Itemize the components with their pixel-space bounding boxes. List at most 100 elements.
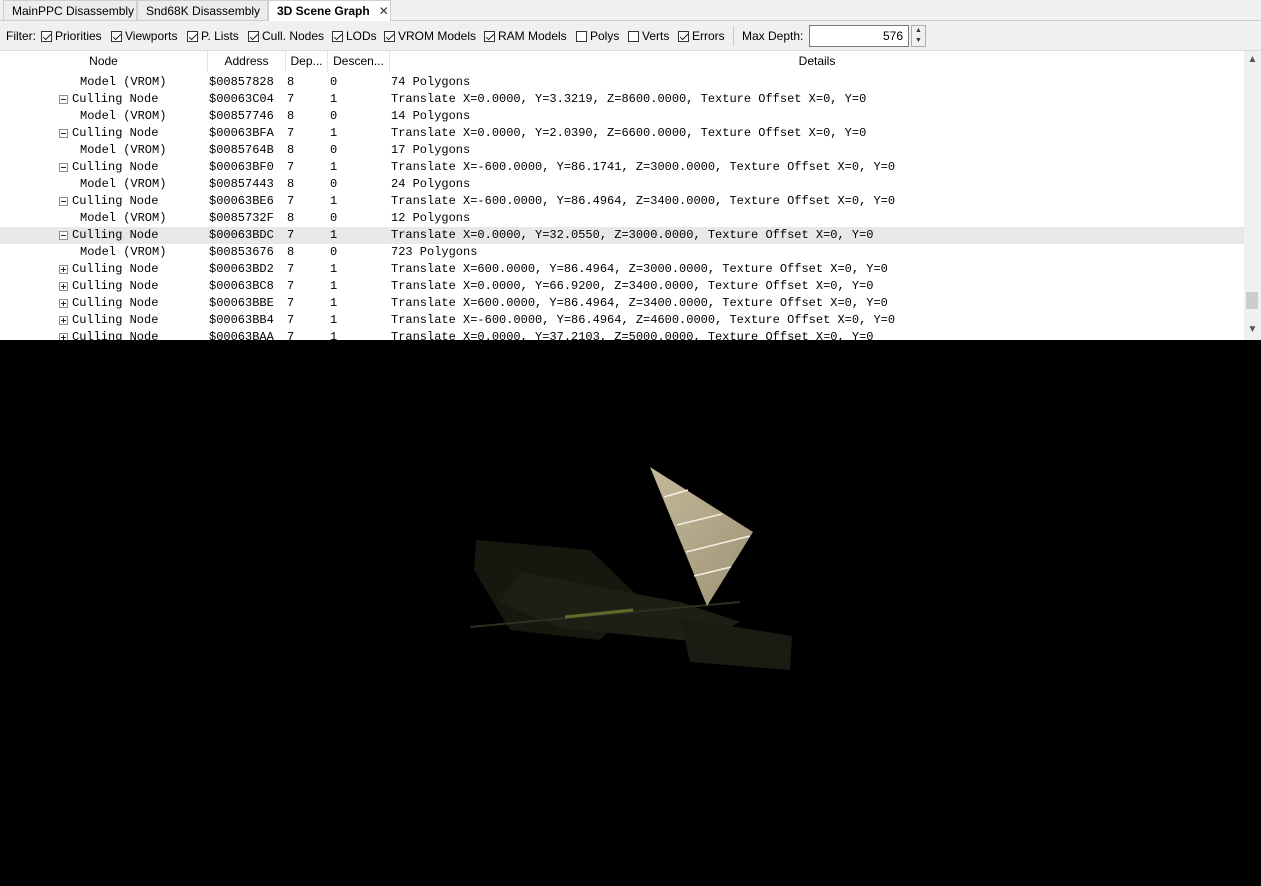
expand-icon[interactable] (59, 299, 68, 308)
3d-viewport[interactable] (0, 340, 1261, 883)
tree-row[interactable]: Culling Node $00063BAA 7 1 Translate X=0.000… (0, 329, 1244, 340)
filter-label: Filter: (6, 29, 36, 43)
node-address: $00857746 (209, 109, 274, 123)
checkbox-icon (678, 31, 689, 42)
filter-cull-nodes-checkbox[interactable]: Cull. Nodes (248, 29, 324, 43)
node-name: Model (VROM) (80, 75, 167, 89)
tab-3d-scene-graph[interactable]: 3D Scene Graph ✕ (268, 0, 391, 21)
checkbox-icon (111, 31, 122, 42)
tree-row[interactable]: Culling Node $00063BBE 7 1 Translate X=600.0… (0, 295, 1244, 312)
node-name: Model (VROM) (80, 143, 167, 157)
node-name: Culling Node (72, 126, 159, 140)
tree-row[interactable]: Culling Node $00063BD2 7 1 Translate X=600.0… (0, 261, 1244, 278)
column-header-descendants[interactable]: Descen... (328, 51, 390, 72)
node-descendants: 0 (330, 211, 338, 225)
tree-row[interactable]: Culling Node $00063BF0 7 1 Translate X=-600.… (0, 159, 1244, 176)
expand-icon[interactable] (59, 333, 68, 340)
node-address: $00063BAA (209, 330, 274, 340)
spin-down-icon[interactable]: ▼ (912, 36, 925, 46)
node-address: $00857828 (209, 75, 274, 89)
collapse-icon[interactable] (59, 163, 68, 172)
node-name: Culling Node (72, 228, 159, 242)
filter-ram-models-checkbox[interactable]: RAM Models (484, 29, 567, 43)
node-descendants: 1 (330, 126, 338, 140)
checkbox-label: Cull. Nodes (262, 29, 325, 43)
scrollbar-thumb[interactable] (1246, 292, 1258, 309)
node-address: $00063C04 (209, 92, 274, 106)
tree-row[interactable]: Model (VROM) $00857828 8 0 74 Polygons (0, 74, 1244, 91)
filter-lods-checkbox[interactable]: LODs (332, 29, 377, 43)
tree-row[interactable]: Culling Node $00063BB4 7 1 Translate X=-600.… (0, 312, 1244, 329)
collapse-icon[interactable] (59, 231, 68, 240)
node-depth: 7 (287, 228, 295, 242)
node-details: 74 Polygons (391, 75, 471, 89)
filter-viewports-checkbox[interactable]: Viewports (111, 29, 177, 43)
tree-row[interactable]: Model (VROM) $0085732F 8 0 12 Polygons (0, 210, 1244, 227)
node-depth: 7 (287, 313, 295, 327)
filter-errors-checkbox[interactable]: Errors (678, 29, 725, 43)
filter-verts-checkbox[interactable]: Verts (628, 29, 669, 43)
expand-icon[interactable] (59, 265, 68, 274)
node-details: Translate X=0.0000, Y=66.9200, Z=3400.00… (391, 279, 874, 293)
tree-row[interactable]: Model (VROM) $00857746 8 0 14 Polygons (0, 108, 1244, 125)
node-name: Model (VROM) (80, 211, 167, 225)
tab-snd68k-disassembly[interactable]: Snd68K Disassembly (137, 0, 268, 20)
collapse-icon[interactable] (59, 197, 68, 206)
node-details: Translate X=0.0000, Y=2.0390, Z=6600.000… (391, 126, 867, 140)
node-depth: 8 (287, 109, 295, 123)
node-name: Culling Node (72, 92, 159, 106)
node-name: Model (VROM) (80, 177, 167, 191)
node-address: $00853676 (209, 245, 274, 259)
tab-label: Snd68K Disassembly (146, 4, 261, 18)
tree-row[interactable]: Model (VROM) $00853676 8 0 723 Polygons (0, 244, 1244, 261)
tab-mainppc-disassembly[interactable]: MainPPC Disassembly (3, 0, 137, 20)
expand-icon[interactable] (59, 282, 68, 291)
spin-up-icon[interactable]: ▲ (912, 26, 925, 36)
tree-row[interactable]: Culling Node $00063C04 7 1 Translate X=0.000… (0, 91, 1244, 108)
scroll-up-icon[interactable]: ▲ (1244, 51, 1261, 68)
checkbox-icon (576, 31, 587, 42)
node-name: Culling Node (72, 160, 159, 174)
node-descendants: 0 (330, 143, 338, 157)
close-icon[interactable]: ✕ (379, 4, 389, 18)
collapse-icon[interactable] (59, 129, 68, 138)
tree-row[interactable]: Model (VROM) $00857443 8 0 24 Polygons (0, 176, 1244, 193)
node-depth: 7 (287, 92, 295, 106)
node-name: Culling Node (72, 194, 159, 208)
checkbox-label: Viewports (125, 29, 178, 43)
scroll-down-icon[interactable]: ▼ (1244, 321, 1261, 338)
node-name: Culling Node (72, 313, 159, 327)
tree-row[interactable]: Model (VROM) $0085764B 8 0 17 Polygons (0, 142, 1244, 159)
filter-polys-checkbox[interactable]: Polys (576, 29, 619, 43)
node-descendants: 0 (330, 177, 338, 191)
tree-row[interactable]: Culling Node $00063BC8 7 1 Translate X=0.000… (0, 278, 1244, 295)
collapse-icon[interactable] (59, 95, 68, 104)
max-depth-input[interactable]: 576 (809, 25, 909, 47)
node-descendants: 1 (330, 296, 338, 310)
checkbox-label: Verts (642, 29, 670, 43)
checkbox-label: Errors (692, 29, 725, 43)
column-header-depth[interactable]: Dep... (286, 51, 328, 72)
filter-plists-checkbox[interactable]: P. Lists (187, 29, 239, 43)
expand-icon[interactable] (59, 316, 68, 325)
vertical-scrollbar[interactable]: ▲ ▼ (1244, 51, 1261, 340)
column-header-address[interactable]: Address (208, 51, 286, 72)
tree-row[interactable]: Culling Node $00063BDC 7 1 Translate X=0.000… (0, 227, 1244, 244)
checkbox-icon (248, 31, 259, 42)
node-depth: 7 (287, 194, 295, 208)
node-address: $00063BF0 (209, 160, 274, 174)
tree-row[interactable]: Culling Node $00063BFA 7 1 Translate X=0.000… (0, 125, 1244, 142)
node-descendants: 1 (330, 92, 338, 106)
node-depth: 7 (287, 262, 295, 276)
node-name: Model (VROM) (80, 245, 167, 259)
tab-bar: MainPPC Disassembly Snd68K Disassembly 3… (0, 0, 1261, 21)
node-address: $00063BD2 (209, 262, 274, 276)
tree-row[interactable]: Culling Node $00063BE6 7 1 Translate X=-600.… (0, 193, 1244, 210)
filter-vrom-models-checkbox[interactable]: VROM Models (384, 29, 476, 43)
node-name: Model (VROM) (80, 109, 167, 123)
filter-priorities-checkbox[interactable]: Priorities (41, 29, 102, 43)
column-header-node[interactable]: Node (0, 51, 208, 72)
max-depth-label: Max Depth: (742, 29, 804, 43)
max-depth-spinner[interactable]: ▲ ▼ (911, 25, 926, 47)
column-header-details[interactable]: Details (390, 51, 1244, 72)
